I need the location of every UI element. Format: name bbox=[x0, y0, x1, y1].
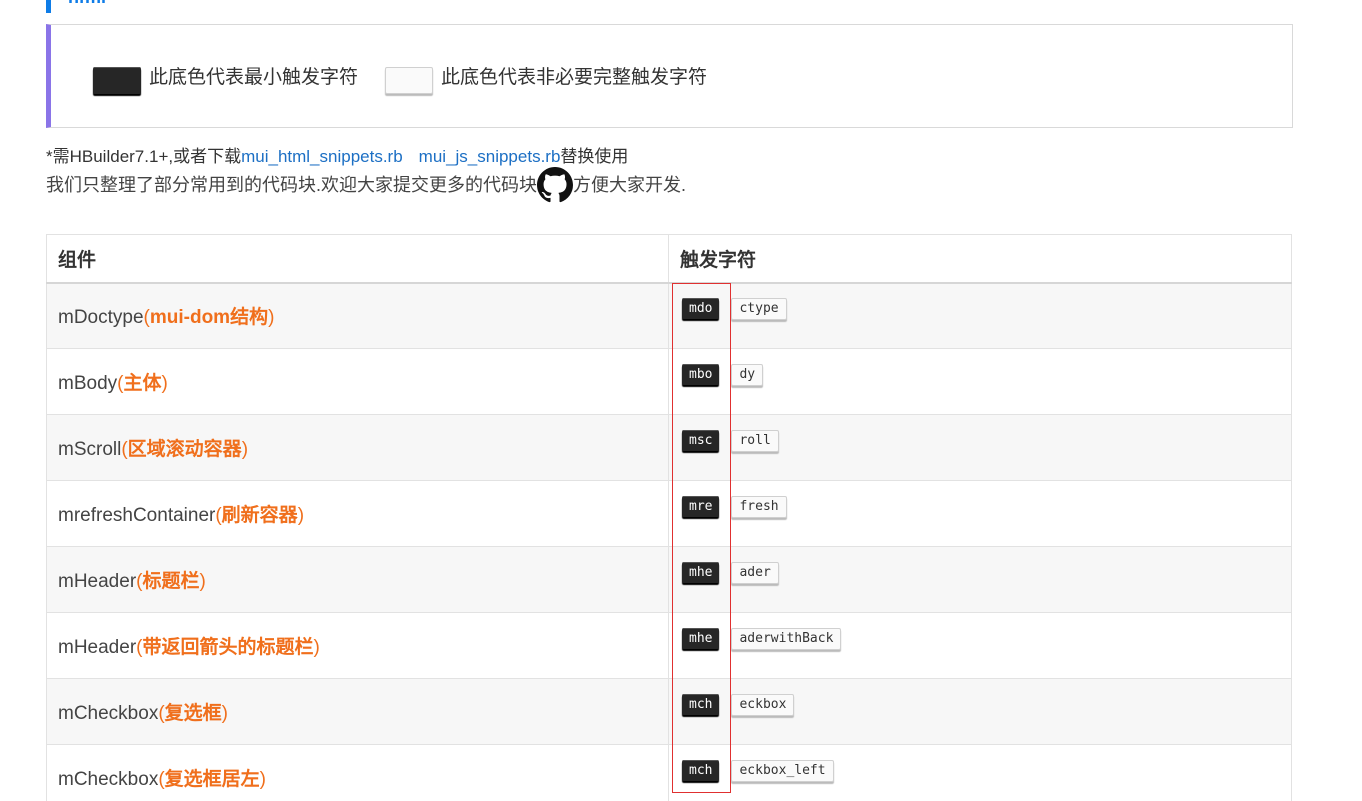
github-icon[interactable] bbox=[537, 166, 573, 204]
trigger-cell: mhe aderwithBack bbox=[668, 612, 1292, 679]
optional-trigger-key: dy bbox=[731, 363, 764, 386]
intro-text: 我们只整理了部分常用到的代码块.欢迎大家提交更多的代码块 方便大家开发. bbox=[46, 166, 686, 204]
component-cell: mHeader(带返回箭头的标题栏) bbox=[46, 612, 669, 679]
component-cell: mScroll(区域滚动容器) bbox=[46, 414, 669, 481]
trigger-cell: mch eckbox_left bbox=[668, 744, 1292, 801]
note-suffix: 替换使用 bbox=[560, 147, 629, 166]
table-row: mDoctype(mui-dom结构) mdo ctype bbox=[46, 282, 1292, 349]
component-cell: mCheckbox(复选框居左) bbox=[46, 744, 669, 801]
header-trigger: 触发字符 bbox=[668, 234, 1292, 284]
component-desc: 带返回箭头的标题栏 bbox=[142, 637, 314, 658]
component-desc: 主体 bbox=[123, 373, 162, 394]
trigger-cell: mhe ader bbox=[668, 546, 1292, 613]
component-cell: mBody(主体) bbox=[46, 348, 669, 415]
component-desc: 标题栏 bbox=[142, 571, 200, 592]
legend-light-swatch bbox=[385, 67, 433, 94]
legend-dark-swatch bbox=[93, 67, 141, 94]
header-component: 组件 bbox=[46, 234, 669, 284]
intro-after: 方便大家开发. bbox=[573, 175, 687, 195]
table-row: mScroll(区域滚动容器) msc roll bbox=[46, 414, 1292, 481]
optional-trigger-key: aderwithBack bbox=[731, 627, 842, 650]
component-desc: mui-dom结构 bbox=[149, 307, 269, 329]
component-name: mBody bbox=[58, 373, 118, 394]
table-header-row: 组件 触发字符 bbox=[46, 234, 1292, 284]
component-cell: mrefreshContainer(刷新容器) bbox=[46, 480, 669, 547]
trigger-keys: mhe aderwithBack bbox=[680, 627, 1291, 650]
trigger-cell: mbo dy bbox=[668, 348, 1292, 415]
paren-close: ) bbox=[268, 307, 275, 329]
min-trigger-key: mbo bbox=[682, 364, 720, 385]
trigger-keys: msc roll bbox=[680, 429, 1291, 452]
intro-before: 我们只整理了部分常用到的代码块.欢迎大家提交更多的代码块 bbox=[46, 175, 537, 195]
trigger-cell: mdo ctype bbox=[668, 282, 1292, 349]
trigger-cell: msc roll bbox=[668, 414, 1292, 481]
component-desc: 区域滚动容器 bbox=[127, 439, 242, 460]
paren-close: ) bbox=[241, 439, 249, 460]
js-snippets-link[interactable]: mui_js_snippets.rb bbox=[419, 147, 561, 166]
component-cell: mHeader(标题栏) bbox=[46, 546, 669, 613]
trigger-keys: mhe ader bbox=[680, 561, 1291, 584]
component-name: mrefreshContainer bbox=[58, 505, 216, 526]
table-row: mHeader(带返回箭头的标题栏) mhe aderwithBack bbox=[46, 612, 1292, 679]
table-row: mHeader(标题栏) mhe ader bbox=[46, 546, 1292, 613]
table-row: mBody(主体) mbo dy bbox=[46, 348, 1292, 415]
component-name: mHeader bbox=[58, 637, 137, 658]
note-prefix: *需HBuilder7.1+,或者下载 bbox=[46, 147, 242, 166]
legend-box: 此底色代表最小触发字符 此底色代表非必要完整触发字符 bbox=[46, 24, 1293, 128]
component-name: mCheckbox bbox=[58, 769, 159, 790]
trigger-keys: mdo ctype bbox=[680, 297, 1291, 320]
paren-close: ) bbox=[297, 505, 305, 526]
optional-trigger-key: eckbox bbox=[731, 693, 795, 716]
min-trigger-key: msc bbox=[682, 430, 720, 451]
optional-trigger-key: eckbox_left bbox=[731, 759, 834, 782]
section-heading: html bbox=[68, 0, 106, 3]
table-row: mrefreshContainer(刷新容器) mre fresh bbox=[46, 480, 1292, 547]
paren-close: ) bbox=[161, 373, 168, 394]
heading-accent-bar bbox=[46, 0, 51, 13]
component-name: mDoctype bbox=[58, 307, 144, 329]
paren-close: ) bbox=[199, 571, 206, 592]
trigger-keys: mbo dy bbox=[680, 363, 1291, 386]
min-trigger-key: mhe bbox=[682, 628, 720, 649]
paren-close: ) bbox=[313, 637, 320, 658]
min-trigger-key: mhe bbox=[682, 562, 720, 583]
legend-min-trigger-label: 此底色代表最小触发字符 bbox=[149, 67, 359, 88]
component-desc: 刷新容器 bbox=[221, 505, 298, 526]
optional-trigger-key: ctype bbox=[731, 297, 787, 320]
component-cell: mDoctype(mui-dom结构) bbox=[46, 282, 669, 349]
min-trigger-key: mre bbox=[682, 496, 720, 517]
trigger-keys: mch eckbox bbox=[680, 693, 1291, 716]
min-trigger-key: mch bbox=[682, 760, 720, 781]
optional-trigger-key: roll bbox=[731, 429, 779, 452]
trigger-cell: mre fresh bbox=[668, 480, 1292, 547]
legend-optional-label: 此底色代表非必要完整触发字符 bbox=[441, 67, 708, 88]
table-row: mCheckbox(复选框居左) mch eckbox_left bbox=[46, 744, 1292, 801]
min-trigger-key: mch bbox=[682, 694, 720, 715]
paren-close: ) bbox=[259, 769, 266, 790]
table-row: mCheckbox(复选框) mch eckbox bbox=[46, 678, 1292, 745]
html-snippets-link[interactable]: mui_html_snippets.rb bbox=[241, 147, 403, 166]
component-name: mScroll bbox=[58, 439, 122, 460]
optional-trigger-key: fresh bbox=[731, 495, 787, 518]
paren-close: ) bbox=[221, 703, 228, 724]
component-desc: 复选框居左 bbox=[164, 769, 260, 790]
component-name: mHeader bbox=[58, 571, 137, 592]
component-name: mCheckbox bbox=[58, 703, 159, 724]
min-trigger-key: mdo bbox=[682, 298, 720, 320]
component-desc: 复选框 bbox=[164, 703, 222, 724]
trigger-keys: mch eckbox_left bbox=[680, 759, 1291, 782]
component-cell: mCheckbox(复选框) bbox=[46, 678, 669, 745]
optional-trigger-key: ader bbox=[731, 561, 779, 584]
trigger-cell: mch eckbox bbox=[668, 678, 1292, 745]
trigger-keys: mre fresh bbox=[680, 495, 1291, 518]
snippets-table: 组件 触发字符 mDoctype(mui-dom结构) mdo ctype mBody… bbox=[46, 234, 1292, 801]
